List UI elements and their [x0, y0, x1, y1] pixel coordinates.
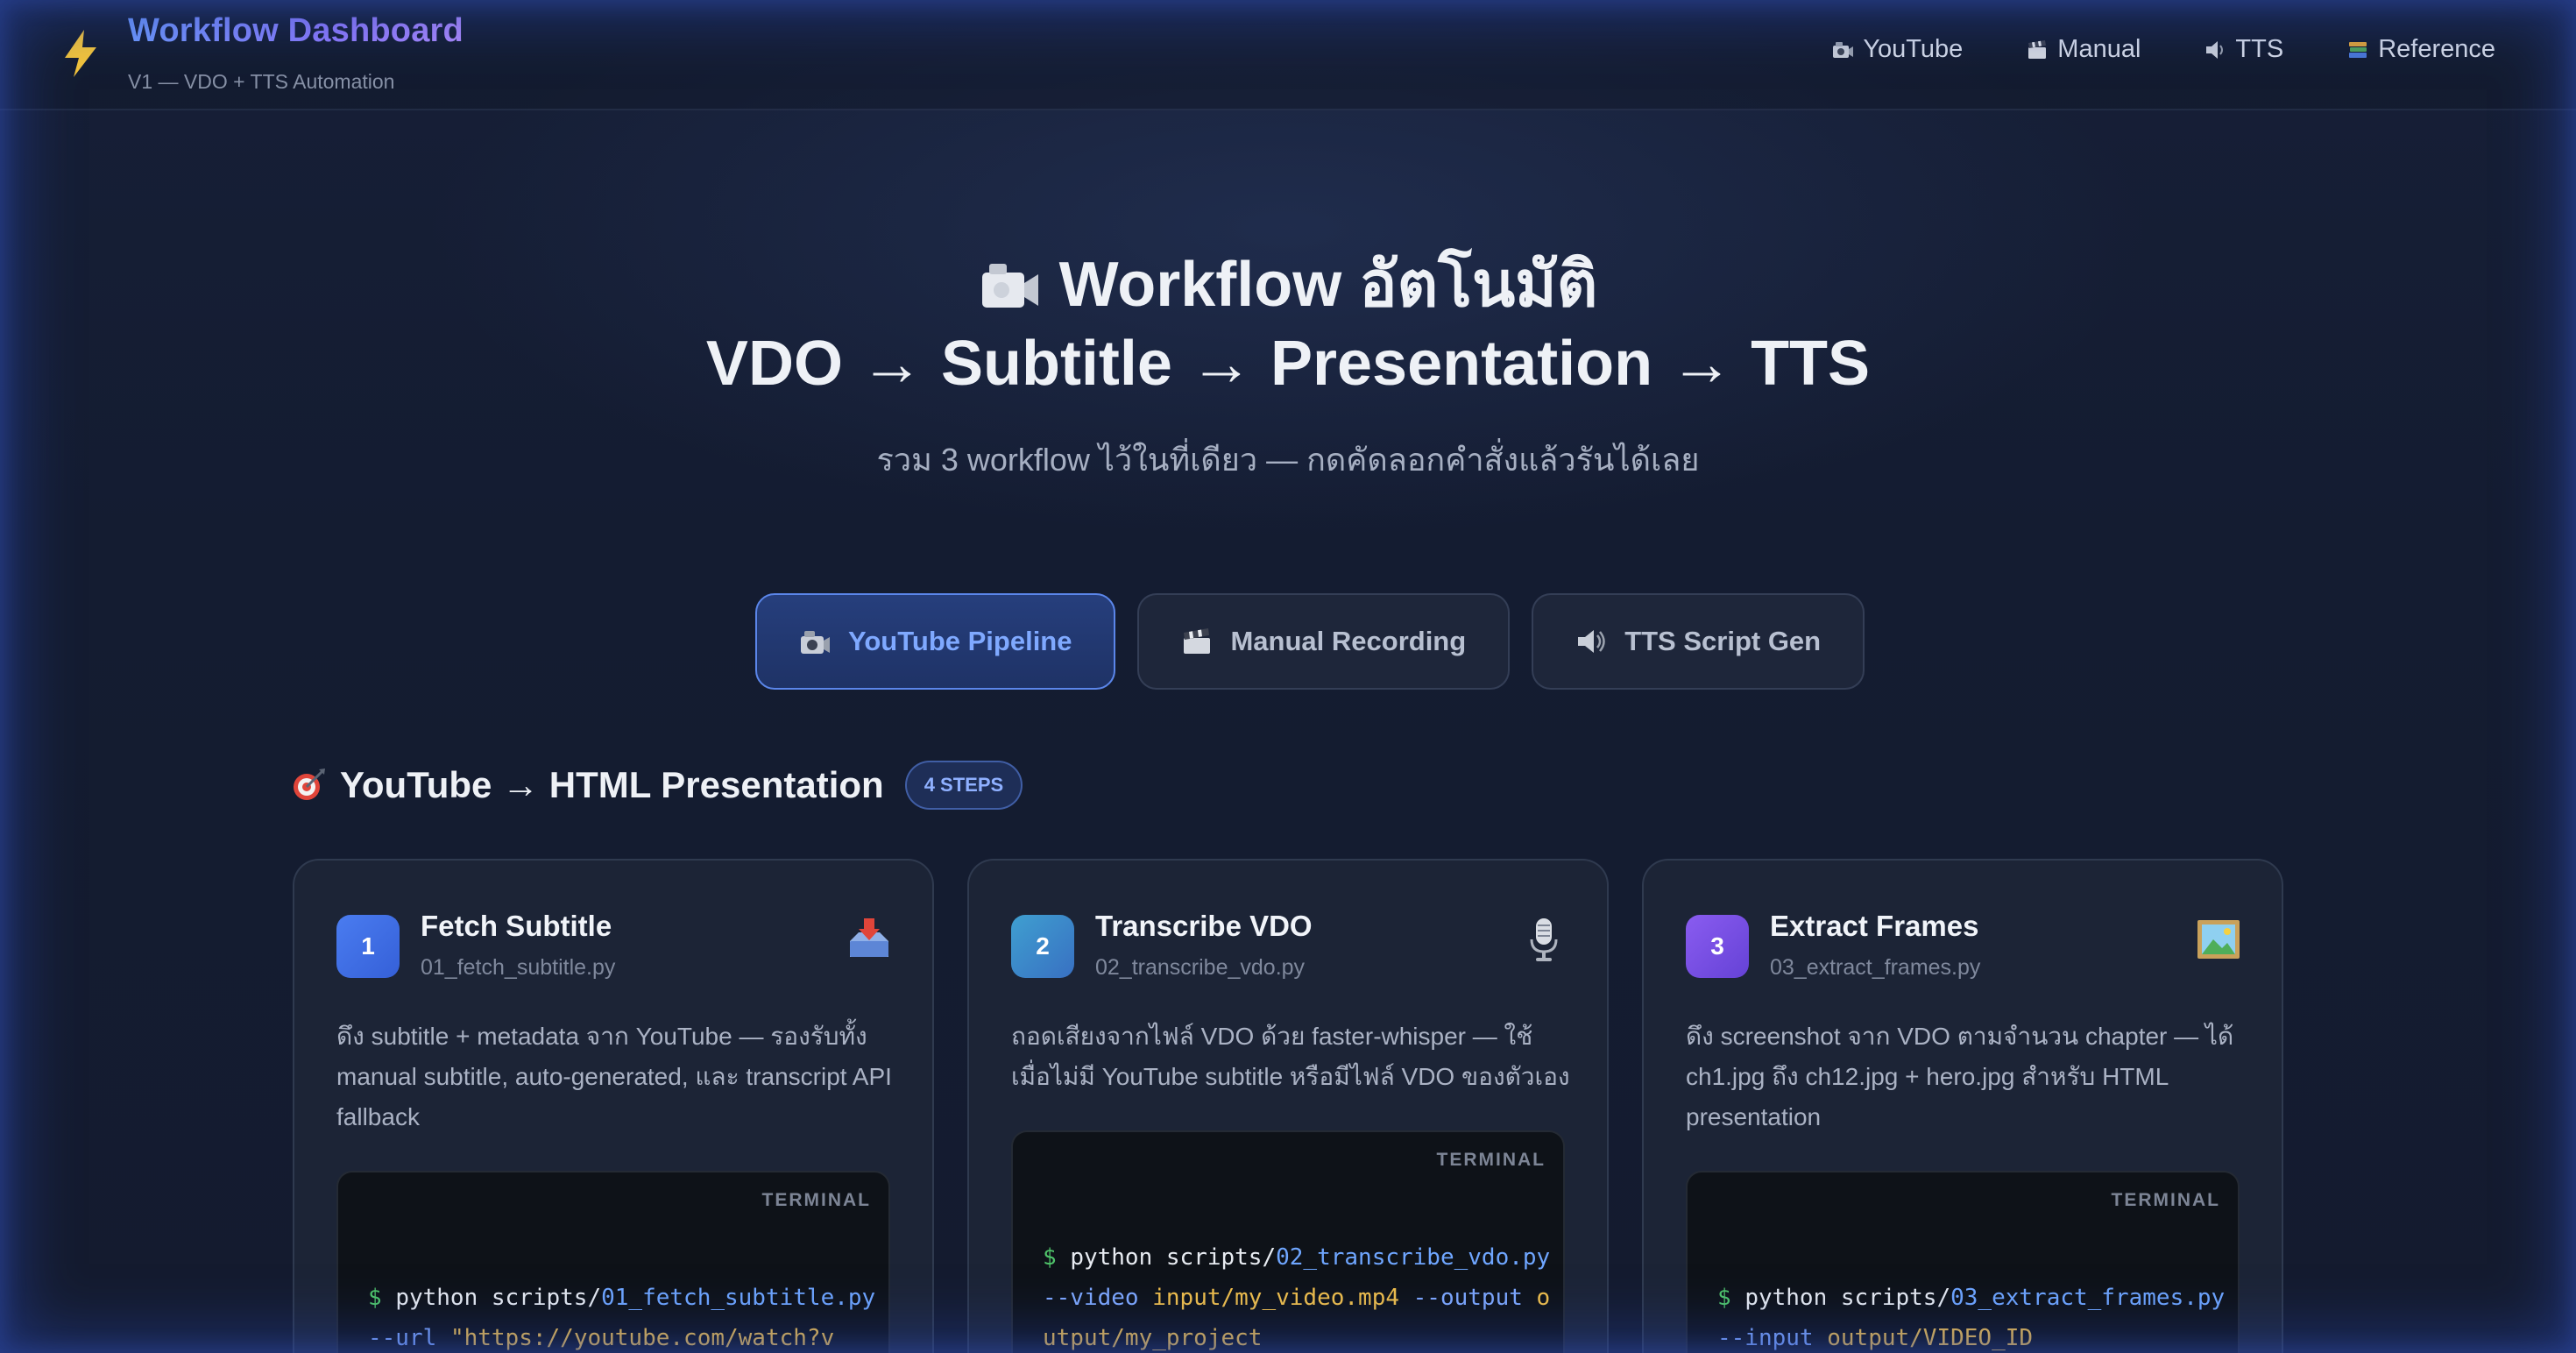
terminal-label: TERMINAL	[2111, 1190, 2220, 1210]
microphone-icon	[1530, 918, 1558, 961]
step-title: Fetch Subtitle	[421, 910, 612, 942]
camera-icon	[981, 264, 1038, 308]
cmd-prompt: $	[368, 1285, 382, 1311]
top-bar: Workflow Dashboard V1 — VDO + TTS Automa…	[0, 0, 2576, 110]
step-card-fetch-subtitle: 1 Fetch Subtitle 01_fetch_subtitle.py ดึ…	[293, 859, 934, 1353]
nav-reference-label: Reference	[2378, 35, 2495, 63]
terminal-block[interactable]: TERMINAL $ python scripts/03_extract_fra…	[1686, 1171, 2240, 1353]
cmd-flag: --output	[1412, 1285, 1523, 1311]
nav-tts[interactable]: TTS	[2204, 35, 2283, 64]
nav-youtube[interactable]: YouTube	[1831, 35, 1963, 64]
camera-icon	[801, 631, 830, 654]
step-card-transcribe-vdo: 2 Transcribe VDO 02_transcribe_vdo.py ถอ…	[967, 859, 1609, 1353]
clapper-icon	[2028, 39, 2047, 59]
tab-tts-script-gen-label: TTS Script Gen	[1624, 626, 1822, 656]
tab-manual-recording-label: Manual Recording	[1230, 626, 1467, 656]
step-filename: 03_extract_frames.py	[1770, 955, 1981, 980]
app-subtitle: V1 — VDO + TTS Automation	[128, 70, 395, 93]
hero-title-line1: Workflow อัตโนมัติ	[1058, 250, 1598, 320]
step-description: ถอดเสียงจากไฟล์ VDO ด้วย faster-whisper …	[1011, 1023, 1570, 1090]
terminal-command[interactable]: $ python scripts/01_fetch_subtitle.py --…	[368, 1278, 876, 1353]
inbox-tray-icon	[850, 918, 888, 957]
cmd-arg: input/my_video.mp4	[1152, 1285, 1399, 1311]
terminal-command[interactable]: $ python scripts/02_transcribe_vdo.py --…	[1043, 1237, 1551, 1353]
step-number: 1	[336, 915, 400, 978]
hero-title: Workflow อัตโนมัติ VDO → Subtitle → Pres…	[0, 245, 2576, 403]
step-description: ดึง subtitle + metadata จาก YouTube — รอ…	[336, 1023, 892, 1130]
cmd-prompt: $	[1717, 1285, 1731, 1311]
section-heading: YouTube → HTML Presentation 4 STEPS	[291, 761, 1023, 810]
step-description: ดึง screenshot จาก VDO ตามจำนวน chapter …	[1686, 1023, 2234, 1130]
top-nav: YouTube Manual TTS Reference	[1831, 35, 2495, 64]
nav-reference[interactable]: Reference	[2346, 35, 2495, 64]
cmd-prefix: python scripts/	[1070, 1244, 1277, 1271]
step-number: 3	[1686, 915, 1749, 978]
cmd-arg: output/VIDEO_ID	[1827, 1325, 2034, 1351]
step-filename: 01_fetch_subtitle.py	[421, 955, 616, 980]
section-title: YouTube → HTML Presentation	[340, 764, 884, 805]
workflow-tabs: YouTube Pipeline Manual Recording TTS Sc…	[755, 593, 1865, 690]
tab-youtube-pipeline[interactable]: YouTube Pipeline	[755, 593, 1116, 690]
cmd-script: 02_transcribe_vdo.py	[1276, 1244, 1551, 1271]
step-card-extract-frames: 3 Extract Frames 03_extract_frames.py ดึ…	[1642, 859, 2283, 1353]
cmd-flag: --url	[368, 1325, 437, 1351]
tab-manual-recording[interactable]: Manual Recording	[1137, 593, 1511, 690]
nav-manual-label: Manual	[2057, 35, 2141, 63]
terminal-block[interactable]: TERMINAL $ python scripts/01_fetch_subti…	[336, 1171, 890, 1353]
step-title: Extract Frames	[1770, 910, 1979, 942]
tab-youtube-pipeline-label: YouTube Pipeline	[848, 626, 1072, 656]
target-icon	[294, 769, 325, 800]
terminal-label: TERMINAL	[761, 1190, 871, 1210]
lightning-icon	[65, 30, 96, 77]
clapper-icon	[1184, 628, 1211, 654]
nav-tts-label: TTS	[2235, 35, 2284, 63]
app-title: Workflow Dashboard	[128, 12, 464, 49]
step-title: Transcribe VDO	[1095, 910, 1313, 942]
camera-icon	[1833, 41, 1854, 58]
terminal-command[interactable]: $ python scripts/03_extract_frames.py --…	[1717, 1278, 2226, 1353]
nav-youtube-label: YouTube	[1863, 35, 1964, 63]
cmd-prefix: python scripts/	[1744, 1285, 1951, 1311]
nav-manual[interactable]: Manual	[2026, 35, 2141, 64]
cmd-flag: --input	[1717, 1325, 1814, 1351]
books-icon	[2349, 41, 2367, 58]
speaker-icon	[1578, 630, 1605, 653]
cmd-prompt: $	[1043, 1244, 1057, 1271]
tab-tts-script-gen[interactable]: TTS Script Gen	[1532, 593, 1865, 690]
cmd-script: 03_extract_frames.py	[1950, 1285, 2226, 1311]
cmd-arg: "https://youtube.com/watch?v	[449, 1325, 835, 1351]
cmd-prefix: python scripts/	[395, 1285, 602, 1311]
hero-title-line2: VDO → Subtitle → Presentation → TTS	[705, 329, 1871, 399]
framed-picture-icon	[2197, 920, 2240, 959]
hero-subtitle: รวม 3 workflow ไว้ในที่เดียว — กดคัดลอกค…	[876, 442, 1700, 478]
steps-badge: 4 STEPS	[904, 761, 1023, 810]
terminal-label: TERMINAL	[1436, 1150, 1546, 1170]
terminal-block[interactable]: TERMINAL $ python scripts/02_transcribe_…	[1011, 1130, 1565, 1353]
step-filename: 02_transcribe_vdo.py	[1095, 955, 1306, 980]
cmd-script: 01_fetch_subtitle.py	[601, 1285, 876, 1311]
cmd-flag: --video	[1043, 1285, 1139, 1311]
step-number: 2	[1011, 915, 1074, 978]
speaker-icon	[2206, 40, 2224, 59]
